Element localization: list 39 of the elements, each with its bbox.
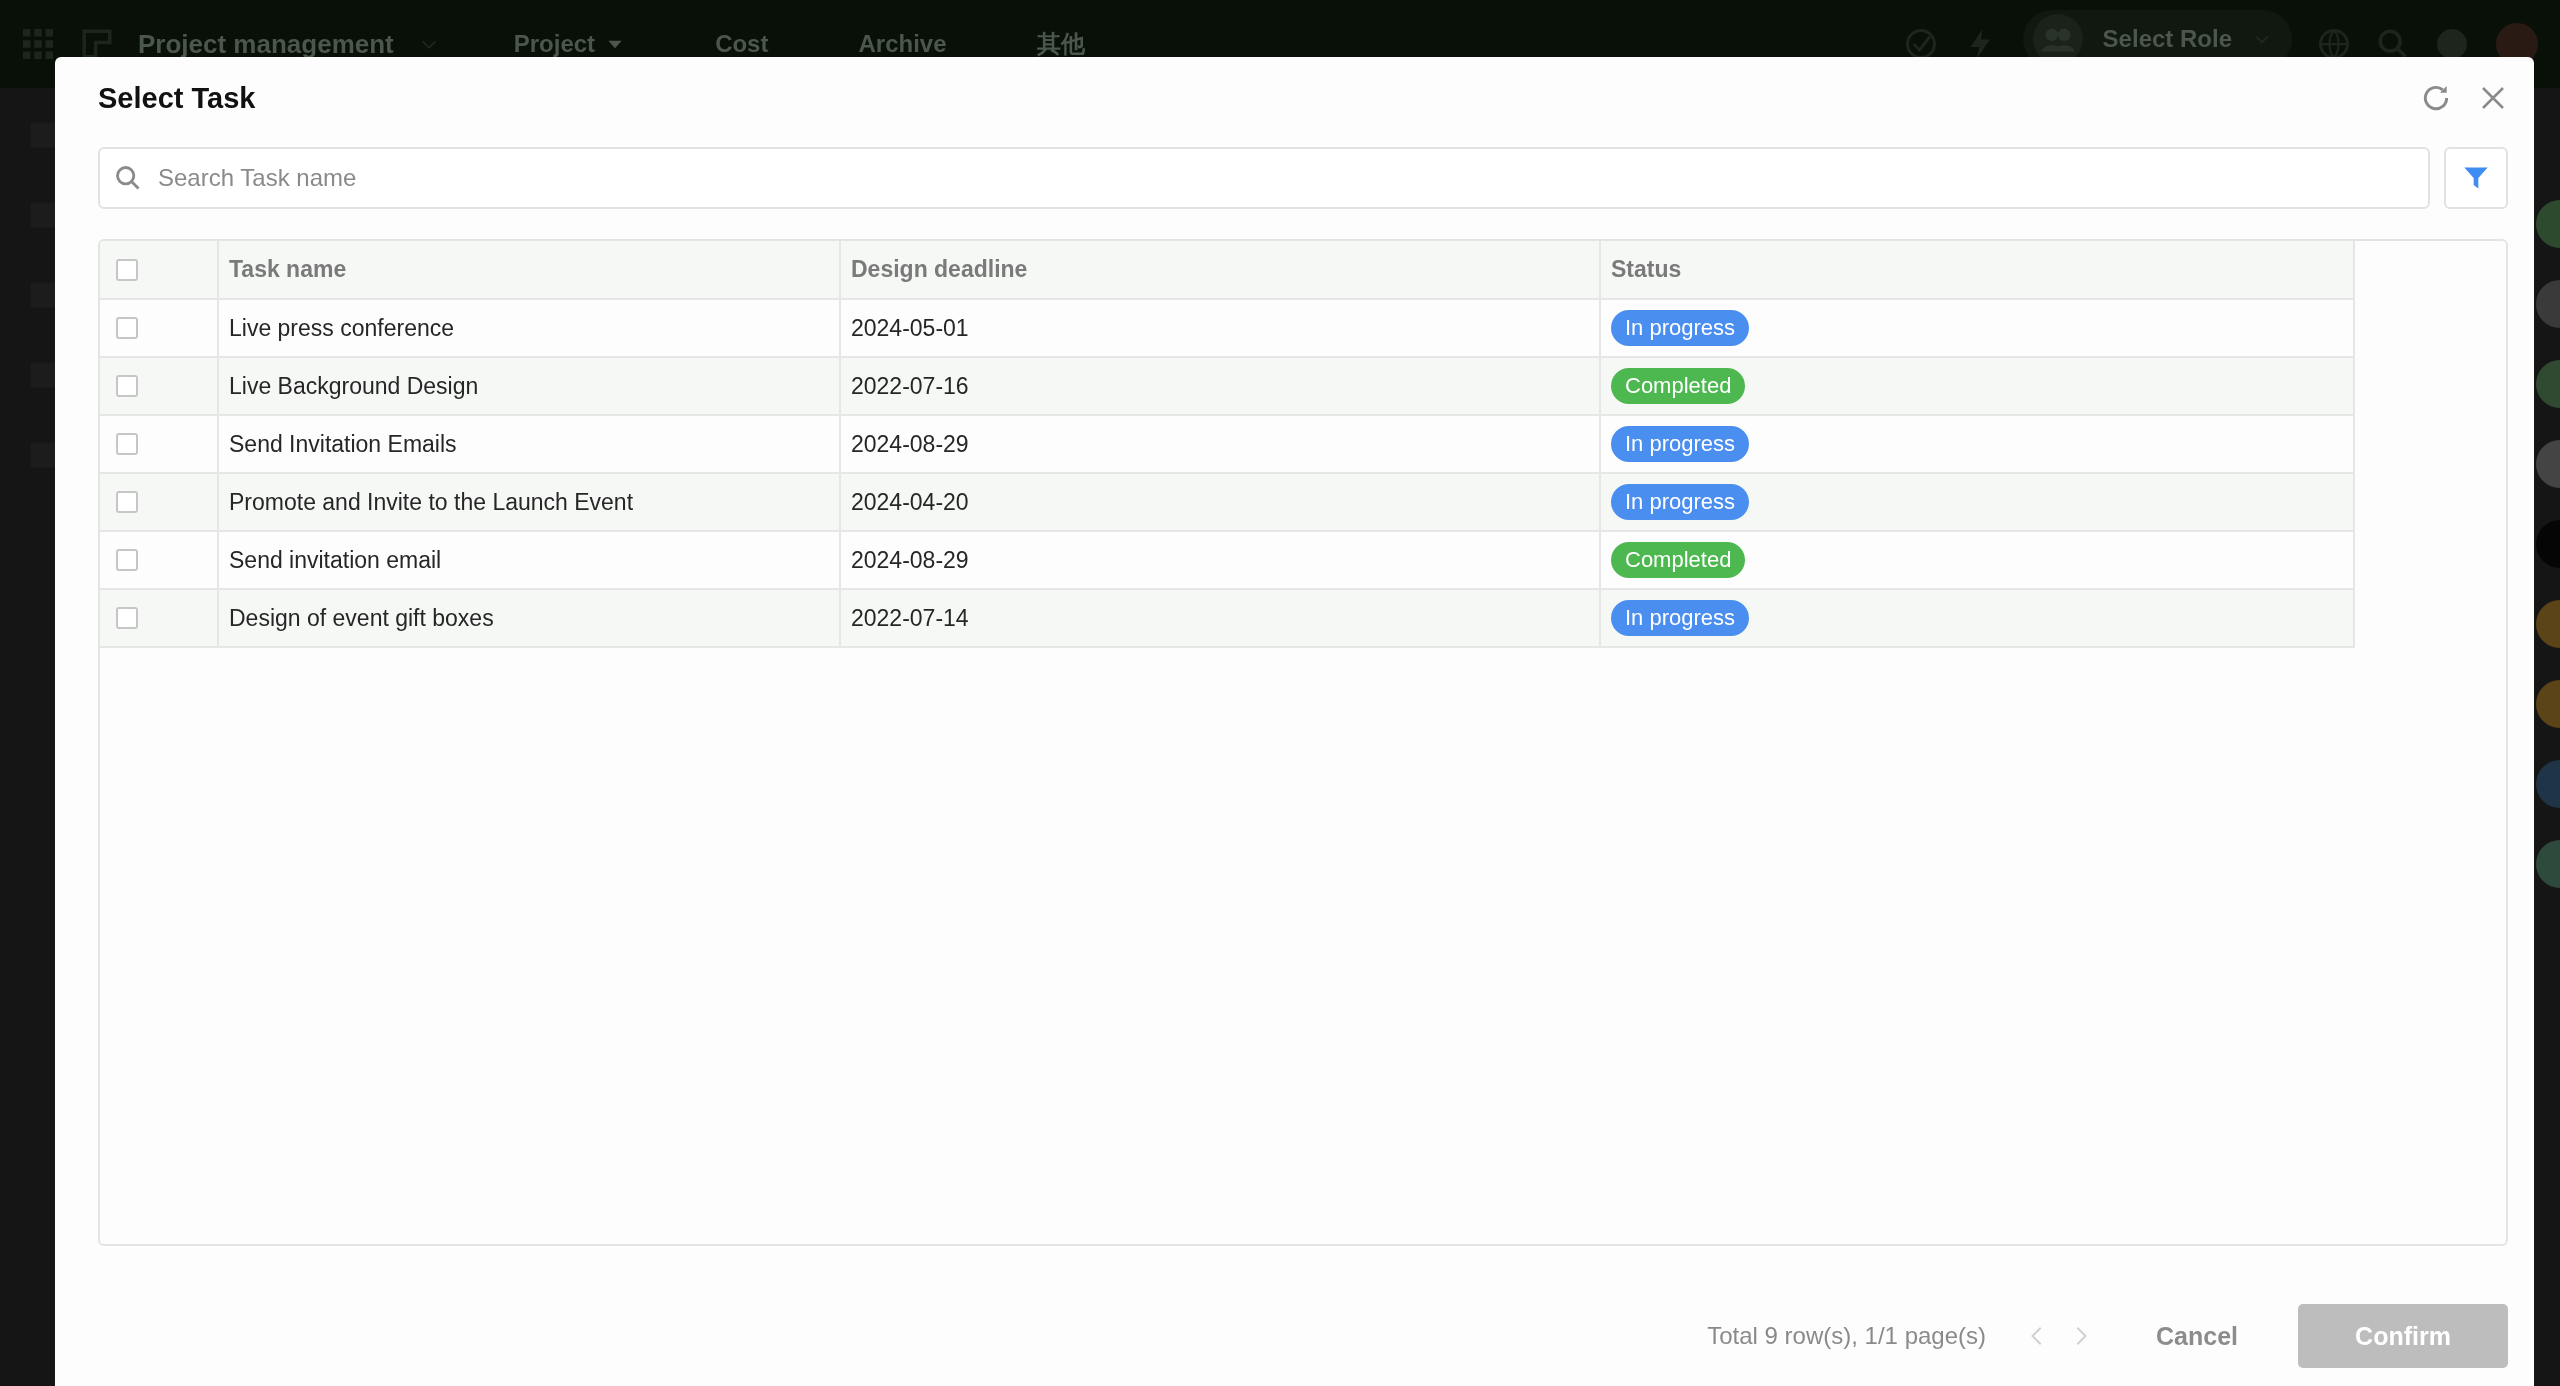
table-cell: Promote and Invite to the Launch Event <box>218 473 840 531</box>
checkbox[interactable] <box>116 607 138 629</box>
pagination-summary: Total 9 row(s), 1/1 page(s) <box>1707 1322 1986 1350</box>
filter-button[interactable] <box>2444 147 2508 209</box>
apps-icon <box>20 26 56 62</box>
status-tag: In progress <box>1611 484 1750 520</box>
checkbox[interactable] <box>116 491 138 513</box>
status-tag: Completed <box>1611 542 1746 578</box>
nav-link[interactable]: Archive <box>858 28 947 60</box>
status-tag: In progress <box>1611 600 1750 636</box>
nav-link[interactable]: 其他 <box>1036 28 1085 60</box>
table-cell: Design of event gift boxes <box>218 589 840 647</box>
status-tag: Completed <box>1611 368 1746 404</box>
search-icon <box>114 164 142 192</box>
column-header: Task name <box>218 241 840 299</box>
grid-icon[interactable] <box>28 200 58 230</box>
dialog-title: Select Task <box>98 81 257 115</box>
grid-icon[interactable] <box>28 280 58 310</box>
checkbox[interactable] <box>116 317 138 339</box>
app-title[interactable]: Project management <box>138 28 394 60</box>
column-header: Status <box>1600 241 2354 299</box>
checkbox[interactable] <box>116 258 138 281</box>
checkbox[interactable] <box>116 549 138 571</box>
table-cell: 2022-07-16 <box>840 357 1600 415</box>
grid-icon[interactable] <box>28 440 58 470</box>
search-field[interactable]: Search Task name <box>98 147 2430 209</box>
table-cell: 2022-07-14 <box>840 589 1600 647</box>
table-cell: 2024-04-20 <box>840 473 1600 531</box>
status-tag: In progress <box>1611 310 1750 346</box>
status-tag: In progress <box>1611 426 1750 462</box>
nav-link[interactable]: Cost <box>715 28 769 60</box>
table-cell: Live Background Design <box>218 357 840 415</box>
column-header: Design deadline <box>840 241 1600 299</box>
grid-icon[interactable] <box>28 120 58 150</box>
checkbox[interactable] <box>116 375 138 397</box>
cancel-button[interactable]: Cancel <box>2136 1311 2258 1361</box>
nav-link[interactable]: Project <box>513 28 626 60</box>
grid-icon[interactable] <box>28 360 58 390</box>
checkbox[interactable] <box>116 433 138 455</box>
